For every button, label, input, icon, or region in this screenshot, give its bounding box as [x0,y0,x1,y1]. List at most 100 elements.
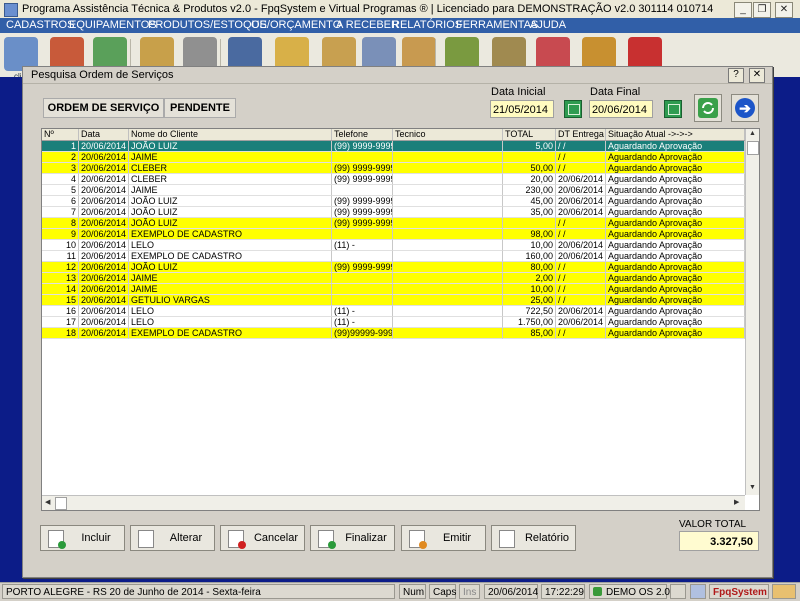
table-row[interactable]: 11 20/06/2014 EXEMPLO DE CADASTRO 160,00 20/… [42,251,745,262]
cell-sit: Aguardando Aprovação [606,328,745,339]
cell-n: 5 [42,185,79,196]
next-button[interactable]: ➔ [731,94,759,122]
table-row[interactable]: 16 20/06/2014 LELO (11) -722,50 20/06/2014 Ag… [42,306,745,317]
table-row[interactable]: 12 20/06/2014 JOÃO LUIZ (99) 9999-9999 80,00… [42,262,745,273]
cell-data: 20/06/2014 [79,328,129,339]
menu-produtos-estoque[interactable]: PRODUTOS/ESTOQUE [148,19,267,31]
cell-entrega: 20/06/2014 [556,207,606,218]
cell-sit: Aguardando Aprovação [606,251,745,262]
calendar-start-icon[interactable] [564,100,582,118]
horizontal-scrollbar[interactable]: ◀ ▶ [42,495,745,510]
incluir-button[interactable]: Incluir [40,525,125,551]
table-row[interactable]: 2 20/06/2014 JAIME / / Aguardando Aprovação [42,152,745,163]
minimize-button[interactable]: _ [734,2,752,18]
cell-n: 1 [42,141,79,152]
cell-tel [332,251,393,262]
col-tecnico[interactable]: Tecnico [393,129,503,140]
dialog-close-button[interactable]: ✕ [749,68,765,83]
table-row[interactable]: 8 20/06/2014 JOÃO LUIZ (99) 9999-9999 / / Ag… [42,218,745,229]
close-button[interactable]: ✕ [775,2,793,18]
scroll-down-icon[interactable]: ▼ [749,484,756,491]
cell-n: 3 [42,163,79,174]
help-button[interactable]: ? [728,68,744,83]
table-row[interactable]: 4 20/06/2014 CLEBER (99) 9999-9999 20,00 20/0… [42,174,745,185]
scroll-right-icon[interactable]: ▶ [734,498,739,506]
menu-cadastros[interactable]: CADASTROS [6,19,74,31]
finalizar-button[interactable]: Finalizar [310,525,395,551]
scroll-left-icon[interactable]: ◀ [45,498,50,506]
status-num: Num [399,584,426,599]
col-numero[interactable]: Nº [42,129,79,140]
alterar-button[interactable]: Alterar [130,525,215,551]
horizontal-scroll-thumb[interactable] [55,497,67,510]
table-row[interactable]: 5 20/06/2014 JAIME 230,00 20/06/2014 Aguardan… [42,185,745,196]
cell-data: 20/06/2014 [79,207,129,218]
table-row[interactable]: 14 20/06/2014 JAIME 10,00 / / Aguardando Apr… [42,284,745,295]
cell-tec [393,284,503,295]
table-row[interactable]: 10 20/06/2014 LELO (11) -10,00 20/06/2014 Agu… [42,240,745,251]
date-start-input[interactable]: 21/05/2014 [490,100,554,118]
table-row[interactable]: 18 20/06/2014 EXEMPLO DE CADASTRO (99)99999… [42,328,745,339]
cell-tec [393,251,503,262]
tab-ordem-servico[interactable]: ORDEM DE SERVIÇO [43,98,164,118]
cell-cliente: LELO [129,240,332,251]
status-time: 17:22:29 [541,584,585,599]
cell-tel: (99) 9999-9999 [332,218,393,229]
maximize-button[interactable]: ❐ [753,2,771,18]
window-title: Programa Assistência Técnica & Produtos … [22,3,714,15]
status-brand-text: FpqSystem [713,587,767,598]
cancelar-button[interactable]: Cancelar [220,525,305,551]
refresh-button[interactable] [694,94,722,122]
col-telefone[interactable]: Telefone [332,129,393,140]
cell-n: 15 [42,295,79,306]
cell-tel: (99) 9999-9999 [332,207,393,218]
menu-os-orcamento[interactable]: OS/ORÇAMENTO [251,19,341,31]
col-total[interactable]: TOTAL [503,129,556,140]
menu-ajuda[interactable]: AJUDA [530,19,566,31]
cell-total: 722,50 [503,306,556,317]
cancel-icon [228,530,246,549]
date-end-input[interactable]: 20/06/2014 [589,100,653,118]
table-row[interactable]: 17 20/06/2014 LELO (11) -1.750,00 20/06/2014… [42,317,745,328]
menu-relatorios[interactable]: RELATÓRIOS [392,19,462,31]
col-data[interactable]: Data [79,129,129,140]
cell-data: 20/06/2014 [79,218,129,229]
cell-tel: (99) 9999-9999 [332,174,393,185]
table-row[interactable]: 6 20/06/2014 JOÃO LUIZ (99) 9999-9999 45,00 2… [42,196,745,207]
col-cliente[interactable]: Nome do Cliente [129,129,332,140]
incluir-button-label: Incluir [81,532,111,544]
cell-sit: Aguardando Aprovação [606,240,745,251]
menu-a-receber[interactable]: A RECEBER [336,19,399,31]
cell-tec [393,240,503,251]
vertical-scrollbar[interactable]: ▲ ▼ [745,129,759,495]
tab-pendente[interactable]: PENDENTE [164,98,236,118]
table-row[interactable]: 15 20/06/2014 GETULIO VARGAS 25,00 / / Aguar… [42,295,745,306]
cell-n: 16 [42,306,79,317]
orders-grid[interactable]: Nº Data Nome do Cliente Telefone Tecnico… [41,128,760,511]
table-row[interactable]: 7 20/06/2014 JOÃO LUIZ (99) 9999-9999 35,00 2… [42,207,745,218]
col-dt-entrega[interactable]: DT Entrega [556,129,606,140]
cell-n: 11 [42,251,79,262]
menu-ferramentas[interactable]: FERRAMENTAS [456,19,538,31]
cell-cliente: JOÃO LUIZ [129,262,332,273]
table-row[interactable]: 9 20/06/2014 EXEMPLO DE CADASTRO 98,00 / / A… [42,229,745,240]
cell-entrega: 20/06/2014 [556,240,606,251]
cell-sit: Aguardando Aprovação [606,317,745,328]
cell-entrega: 20/06/2014 [556,251,606,262]
cell-total: 2,00 [503,273,556,284]
relatorio-button[interactable]: Relatório [491,525,576,551]
refresh-icon [698,98,718,118]
scroll-up-icon[interactable]: ▲ [749,130,756,137]
calendar-end-icon[interactable] [664,100,682,118]
cell-sit: Aguardando Aprovação [606,284,745,295]
emitir-button[interactable]: Emitir [401,525,486,551]
col-situacao[interactable]: Situação Atual ->->-> [606,129,745,140]
menu-equipamentos[interactable]: EQUIPAMENTOS [69,19,157,31]
table-row[interactable]: 1 20/06/2014 JOÃO LUIZ (99) 9999-9999 5,00 /… [42,141,745,152]
table-row[interactable]: 13 20/06/2014 JAIME 2,00 / / Aguardando Apro… [42,273,745,284]
cell-tel: (11) - [332,317,393,328]
alterar-button-label: Alterar [169,532,203,544]
cell-cliente: LELO [129,317,332,328]
vertical-scroll-thumb[interactable] [747,141,759,155]
table-row[interactable]: 3 20/06/2014 CLEBER (99) 9999-9999 50,00 / /… [42,163,745,174]
